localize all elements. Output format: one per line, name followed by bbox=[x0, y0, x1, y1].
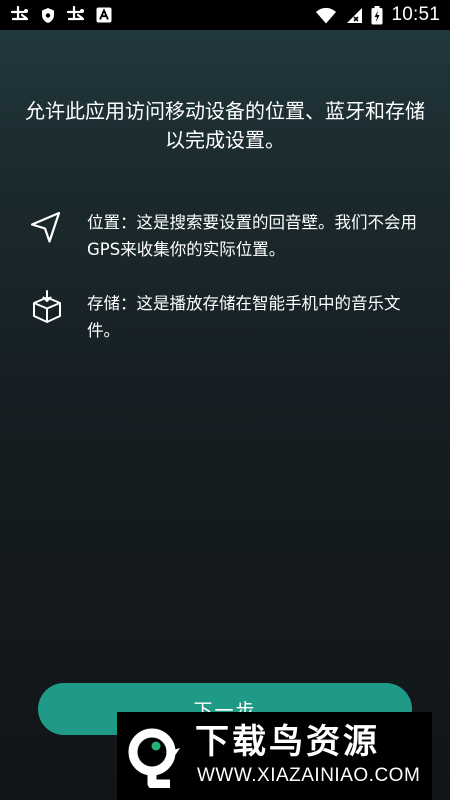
app-notification-icon bbox=[10, 6, 30, 24]
phone-screen: 10:51 允许此应用访问移动设备的位置、蓝牙和存储以完成设置。 位置：这是搜索… bbox=[0, 0, 450, 800]
shield-icon bbox=[40, 7, 56, 24]
watermark-banner: 下载鸟资源 WWW.XIAZAINIAO.COM bbox=[117, 712, 432, 800]
permission-location-text: 位置：这是搜索要设置的回音壁。我们不会用GPS来收集你的实际位置。 bbox=[87, 213, 417, 259]
status-bar-left bbox=[10, 0, 112, 30]
navigation-arrow-icon bbox=[28, 209, 66, 247]
status-clock: 10:51 bbox=[391, 4, 440, 25]
battery-charging-icon bbox=[371, 5, 383, 25]
status-bar: 10:51 bbox=[0, 0, 450, 30]
watermark-url: WWW.XIAZAINIAO.COM bbox=[197, 765, 421, 786]
status-bar-right: 10:51 bbox=[315, 0, 440, 30]
text-a-icon bbox=[96, 7, 112, 23]
watermark-brand: 下载鸟资源 bbox=[195, 722, 380, 762]
permission-heading: 允许此应用访问移动设备的位置、蓝牙和存储以完成设置。 bbox=[25, 99, 425, 152]
permission-storage-text: 存储：这是播放存储在智能手机中的音乐文件。 bbox=[87, 294, 401, 340]
storage-box-icon bbox=[28, 290, 66, 328]
wifi-icon bbox=[315, 7, 337, 24]
app-notification-icon bbox=[66, 6, 86, 24]
bird-logo-icon bbox=[126, 726, 184, 789]
signal-icon bbox=[345, 7, 363, 24]
